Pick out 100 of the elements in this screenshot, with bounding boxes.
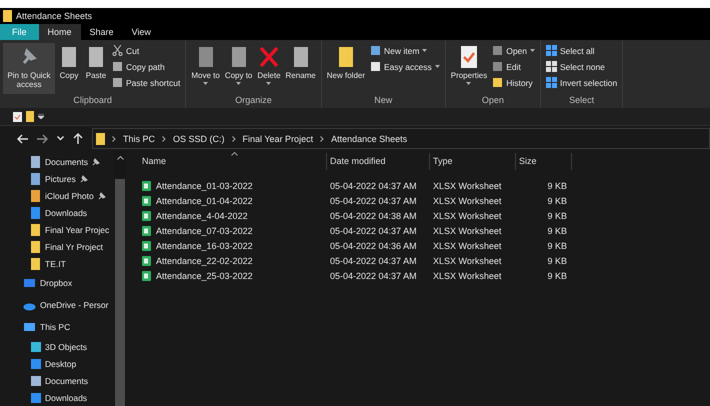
forward-arrow-icon[interactable] [37,134,48,144]
table-cell: 9 KB [547,256,567,266]
chevron-down-icon[interactable] [57,136,64,141]
ribbon-button[interactable]: Select none [544,59,620,74]
folder-icon [30,258,41,270]
table-cell: XLSX Worksheet [433,270,502,280]
file-icon [30,156,41,168]
folder-icon [30,240,41,252]
ribbon-button[interactable]: Invert selection [544,75,620,90]
folder-icon [96,132,105,144]
table-cell: 9 KB [547,240,567,250]
cut-icon [112,45,123,56]
nav-item[interactable]: TE.IT [0,255,114,272]
properties-icon[interactable] [13,112,22,122]
table-cell: 9 KB [547,196,567,206]
nav-item[interactable]: Downloads [0,204,114,221]
folder-icon [3,10,12,22]
table-cell: 05-04-2022 04:37 AM [330,226,417,236]
chevron-right-icon [232,136,236,142]
delete-icon [258,45,280,69]
nav-item[interactable]: Dropbox [0,272,114,294]
table-cell: XLSX Worksheet [433,180,502,190]
nav-item[interactable]: iCloud Photo [0,187,114,204]
dropdown-icon[interactable] [38,114,44,119]
table-cell: 05-04-2022 04:36 AM [330,240,417,250]
ribbon-button[interactable]: Delete [255,43,283,94]
ribbon-button[interactable]: Edit [490,59,537,74]
ribbon-button[interactable]: Pin to Quick access [3,43,55,94]
table-cell: 05-04-2022 04:37 AM [330,256,417,266]
nav-item[interactable]: Documents [0,372,114,389]
group-label: Organize [234,94,273,107]
chevron-right-icon [112,136,116,142]
ribbon-button[interactable]: Copy to [222,43,254,94]
ribbon-tab[interactable]: View [122,24,160,40]
file-icon [30,190,41,202]
address-bar[interactable]: This PC OS SSD (C:) Final Year Project Attendance Sheets [92,128,710,149]
ribbon-button[interactable]: Move to [189,43,222,94]
nav-item[interactable]: Desktop [0,355,114,372]
breadcrumb[interactable]: Final Year Project [242,134,314,144]
ribbon-button[interactable]: Copy path [110,59,182,74]
breadcrumb[interactable]: This PC [123,134,156,144]
file-icon [30,374,41,386]
breadcrumb[interactable]: OS SSD (C:) [173,134,225,144]
ribbon-tab[interactable]: Home [38,24,81,40]
file-name[interactable]: Attendance_4-04-2022 [156,210,248,220]
table-cell: XLSX Worksheet [433,226,502,236]
ribbon-button[interactable]: New folder [324,43,368,94]
column-header[interactable]: Size [516,153,572,170]
breadcrumb[interactable]: Attendance Sheets [331,134,408,144]
cube-icon [30,340,41,352]
column-header[interactable]: Date modified [327,153,430,170]
group-label: Select [568,94,596,107]
up-arrow-icon[interactable] [73,133,83,144]
nav-item[interactable]: 3D Objects [0,338,114,355]
file-name[interactable]: Attendance_16-03-2022 [156,240,253,250]
ribbon-button[interactable]: Rename [284,43,318,94]
table-cell: XLSX Worksheet [433,210,502,220]
nav-item[interactable]: OneDrive - Persor [0,294,114,316]
ribbon-tab[interactable]: Share [80,24,123,40]
table-cell: 9 KB [547,180,567,190]
box-icon [23,278,36,288]
table-cell: XLSX Worksheet [433,256,502,266]
column-header[interactable]: Type [430,153,516,170]
back-arrow-icon[interactable] [17,134,28,144]
ribbon-button[interactable]: New item [368,43,442,58]
ribbon-button[interactable]: Paste shortcut [110,75,182,90]
nav-item[interactable]: Final Yr Project [0,238,114,255]
scroll-up-icon[interactable] [116,156,124,160]
table-cell: XLSX Worksheet [433,196,502,206]
ribbon-button[interactable]: Easy access [368,59,442,74]
file-name[interactable]: Attendance_01-04-2022 [156,196,253,206]
ribbon-button[interactable]: Copy [56,43,82,94]
table-cell: 9 KB [547,210,567,220]
file-icon [30,172,41,184]
ribbon-button[interactable]: Properties [448,43,490,94]
file-name[interactable]: Attendance_22-02-2022 [156,256,253,266]
group-label: New [373,94,394,107]
scrollbar-thumb[interactable] [115,179,125,406]
nav-item[interactable]: This PC [0,316,114,338]
nav-item[interactable]: Downloads [0,389,114,406]
ribbon-button[interactable]: Select all [544,43,620,58]
file-name[interactable]: Attendance_25-03-2022 [156,270,253,280]
folder-icon [30,224,41,236]
ribbon-button[interactable]: History [490,75,537,90]
column-header[interactable]: Name [139,153,327,170]
file-name[interactable]: Attendance_01-03-2022 [156,180,253,190]
nav-item[interactable]: Final Year Projec [0,221,114,238]
nav-item[interactable]: Pictures [0,170,114,187]
window-title: Attendance Sheets [16,11,92,21]
ribbon-button[interactable]: Paste [83,43,109,94]
table-cell: XLSX Worksheet [433,240,502,250]
nav-item[interactable]: Documents [0,153,114,170]
table-cell: 05-04-2022 04:37 AM [330,180,417,190]
file-name[interactable]: Attendance_07-03-2022 [156,226,253,236]
ribbon-button[interactable]: Open [490,43,537,58]
group-label: Clipboard [72,94,113,107]
table-cell: 9 KB [547,226,567,236]
ribbon-button[interactable]: Cut [110,43,182,58]
table-cell: 05-04-2022 04:37 AM [330,270,417,280]
chevron-right-icon [320,136,324,142]
